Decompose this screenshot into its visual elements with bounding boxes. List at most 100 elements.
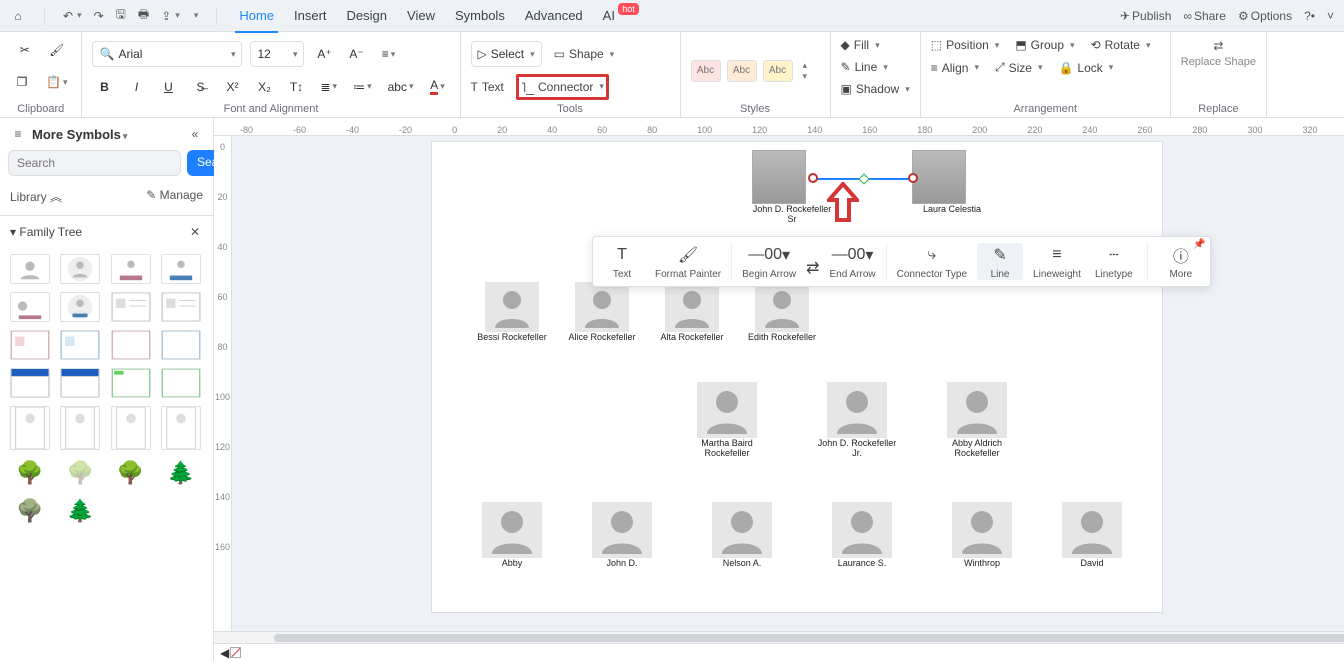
undo-button[interactable]: ↶▾ [63, 9, 82, 23]
export-icon[interactable]: ⇪▾ [161, 9, 180, 23]
symbol-thumb[interactable] [60, 292, 100, 322]
symbol-thumb[interactable] [60, 406, 100, 450]
floating-toolbar[interactable]: TText 🖌Format Painter — 00 ▾Begin Arrow … [592, 236, 1211, 287]
library-button[interactable]: Library ︽ [10, 188, 62, 205]
node-edith[interactable]: Edith Rockefeller [742, 282, 822, 342]
save-icon[interactable]: 🖫 [116, 5, 126, 26]
symbol-thumb[interactable] [10, 368, 50, 398]
node-winthrop[interactable]: Winthrop [942, 502, 1022, 568]
node-alta[interactable]: Alta Rockefeller [652, 282, 732, 342]
ft-connector-type[interactable]: ⤷Connector Type [897, 243, 967, 280]
tab-ai[interactable]: AI [599, 4, 619, 27]
collapse-panel-icon[interactable]: « [187, 126, 203, 142]
symbol-thumb[interactable] [10, 292, 50, 322]
tree-icon[interactable]: 🌲 [60, 496, 100, 526]
node-abby[interactable]: Abby [472, 502, 552, 568]
select-tool[interactable]: ▷ Select▾ [471, 41, 542, 67]
copy-icon[interactable]: ❐ [10, 70, 34, 94]
ft-text[interactable]: TText [599, 243, 645, 280]
close-section-icon[interactable]: ✕ [187, 224, 203, 240]
bold-button[interactable]: B [92, 75, 116, 99]
increase-font-icon[interactable]: A⁺ [312, 42, 336, 66]
connector-tool[interactable]: ˥_ Connector▾ [521, 79, 604, 95]
bullets-icon[interactable]: ≔▾ [349, 75, 376, 99]
tab-home[interactable]: Home [235, 4, 278, 27]
manage-button[interactable]: ✎ Manage [146, 188, 203, 205]
node-nelson[interactable]: Nelson A. [702, 502, 782, 568]
section-family-tree[interactable]: ▾ Family Tree [10, 225, 82, 239]
more-quick-icon[interactable]: ▾ [192, 10, 199, 21]
ft-end-arrow[interactable]: — 00 ▾End Arrow [829, 243, 875, 280]
size-button[interactable]: ⤢ Size▾ [995, 60, 1042, 75]
ft-lineweight[interactable]: ≡Lineweight [1033, 243, 1081, 280]
node-laurance[interactable]: Laurance S. [822, 502, 902, 568]
tree-icon[interactable]: 🌳 [60, 458, 100, 488]
tree-icon[interactable]: 🌳 [10, 496, 50, 526]
style-swatch-3[interactable]: Abc [763, 60, 793, 82]
decrease-font-icon[interactable]: A⁻ [344, 42, 368, 66]
cut-icon[interactable]: ✂ [13, 38, 37, 62]
styles-down-icon[interactable]: ▾ [803, 71, 808, 82]
page[interactable]: John D. Rockefeller Sr Laura Celestia [432, 142, 1162, 612]
symbol-thumb[interactable] [111, 330, 151, 360]
scrollbar-horizontal[interactable] [214, 631, 1344, 643]
node-john-sr[interactable]: John D. Rockefeller Sr [752, 150, 832, 224]
text-tool[interactable]: T Text [471, 80, 504, 94]
font-family-select[interactable]: 🔍 Arial▾ [92, 41, 242, 67]
ft-linetype[interactable]: ┄Linetype [1091, 243, 1137, 280]
tab-symbols[interactable]: Symbols [451, 4, 509, 27]
symbol-thumb[interactable] [161, 292, 201, 322]
color-prev-icon[interactable]: ◀ [220, 646, 229, 660]
node-martha[interactable]: Martha Baird Rockefeller [682, 382, 772, 458]
symbol-thumb[interactable] [60, 254, 100, 284]
swap-arrows-icon[interactable]: ⇄ [806, 243, 819, 280]
subscript-button[interactable]: X₂ [252, 75, 276, 99]
tab-design[interactable]: Design [343, 4, 391, 27]
tree-icon[interactable]: 🌲 [161, 458, 201, 488]
format-painter-icon[interactable]: 🖌 [45, 38, 69, 62]
symbol-thumb[interactable] [161, 254, 201, 284]
underline-button[interactable]: U [156, 75, 180, 99]
node-abby-aldrich[interactable]: Abby Aldrich Rockefeller [932, 382, 1022, 458]
group-button[interactable]: ⬒ Group▾ [1015, 38, 1074, 52]
tree-icon[interactable]: 🌳 [111, 458, 151, 488]
font-color-button[interactable]: A▾ [426, 75, 450, 99]
shape-tool[interactable]: ▭ Shape▾ [554, 47, 615, 61]
symbol-thumb[interactable] [111, 254, 151, 284]
tree-icon[interactable]: 🌳 [10, 458, 50, 488]
lock-button[interactable]: 🔒 Lock▾ [1058, 60, 1113, 75]
node-john-d[interactable]: John D. [582, 502, 662, 568]
style-swatch-2[interactable]: Abc [727, 60, 757, 82]
node-alice[interactable]: Alice Rockefeller [562, 282, 642, 342]
style-swatches[interactable]: Abc Abc Abc [691, 60, 793, 82]
connector-endpoint-left[interactable] [808, 173, 818, 183]
stage[interactable]: ⚡ John D. Rockefeller Sr Laura Celestia [232, 136, 1344, 631]
symbol-thumb[interactable] [111, 406, 151, 450]
line-spacing-icon[interactable]: ≣▾ [316, 75, 341, 99]
symbol-thumb[interactable] [60, 368, 100, 398]
symbol-thumb[interactable] [161, 368, 201, 398]
symbol-thumb[interactable] [161, 406, 201, 450]
shadow-button[interactable]: ▣ Shadow▾ [841, 82, 910, 96]
no-color-swatch[interactable] [230, 647, 241, 658]
pin-icon[interactable]: 📌 [1193, 239, 1205, 250]
rotate-button[interactable]: ⟲ Rotate▾ [1091, 38, 1151, 52]
symbol-thumb[interactable] [161, 330, 201, 360]
node-david[interactable]: David [1052, 502, 1132, 568]
fill-button[interactable]: ◆ Fill▾ [841, 38, 880, 52]
replace-shape-button[interactable]: Replace Shape [1181, 56, 1256, 68]
tab-insert[interactable]: Insert [290, 4, 331, 27]
connector-midpoint[interactable] [858, 173, 869, 184]
position-button[interactable]: ⬚ Position▾ [931, 38, 1000, 52]
symbol-thumb[interactable] [10, 406, 50, 450]
font-size-select[interactable]: 12▾ [250, 41, 304, 67]
italic-button[interactable]: I [124, 75, 148, 99]
publish-button[interactable]: ✈ Publish [1120, 9, 1171, 23]
align-button[interactable]: ≡▾ [376, 42, 400, 66]
text-vertical-icon[interactable]: T↕ [284, 75, 308, 99]
options-button[interactable]: ⚙ Options [1238, 9, 1292, 23]
line-button[interactable]: ✎ Line▾ [841, 60, 888, 74]
connector-endpoint-right[interactable] [908, 173, 918, 183]
ft-format-painter[interactable]: 🖌Format Painter [655, 243, 721, 280]
tab-view[interactable]: View [403, 4, 439, 27]
